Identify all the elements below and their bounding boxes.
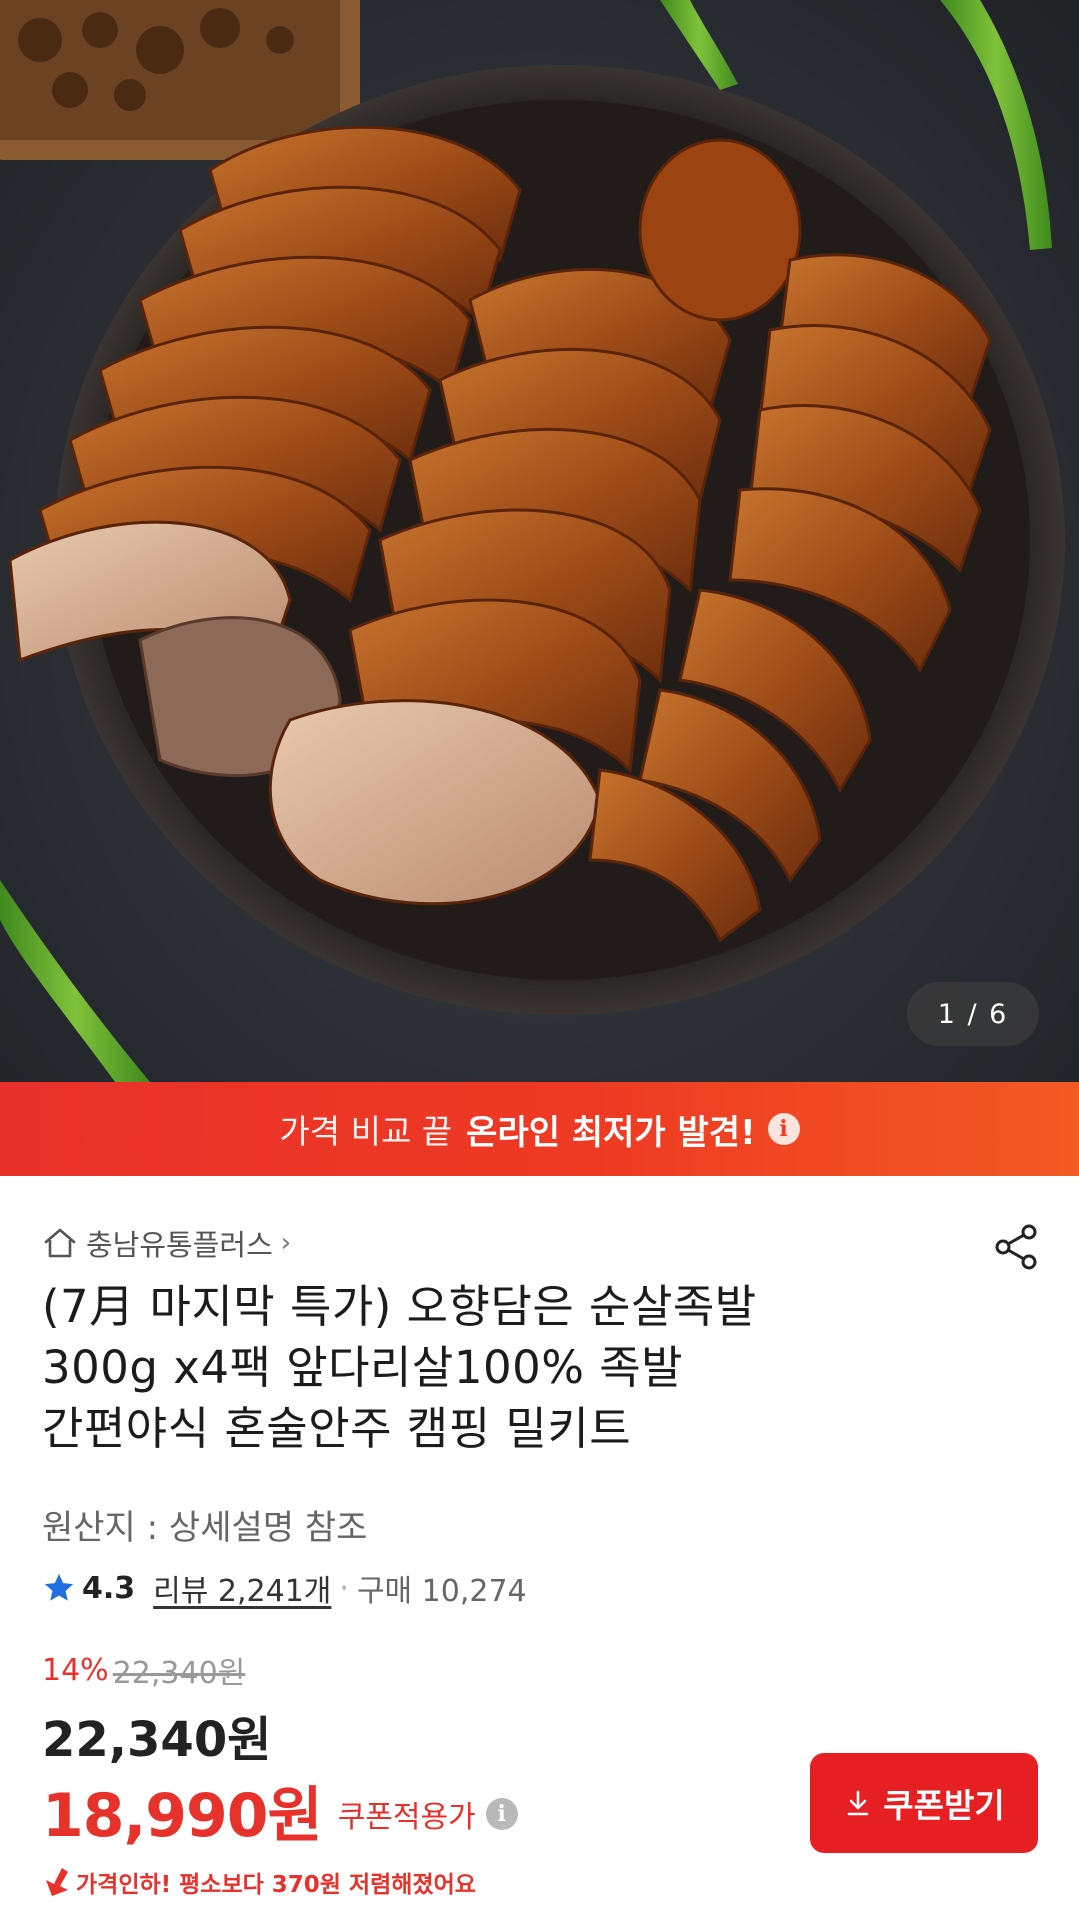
reviews-link[interactable]: 리뷰 2,241개: [153, 1566, 331, 1610]
info-icon[interactable]: i: [485, 1798, 518, 1830]
store-name: 충남유통플러스: [86, 1228, 273, 1262]
origin-info: 원산지 : 상세설명 참조: [42, 1508, 368, 1548]
lowest-price-banner[interactable]: 가격 비교 끝 온라인 최저가 발견! i: [0, 1082, 1079, 1176]
price-drop-notice: 가격인하! 평소보다 370원 저렴해졌어요: [42, 1864, 476, 1900]
purchase-count: 구매 10,274: [356, 1574, 527, 1609]
star-icon: [44, 1573, 74, 1601]
chevron-right-icon: ›: [280, 1228, 292, 1258]
coupon-price-label: 쿠폰적용가: [337, 1800, 476, 1835]
get-coupon-button[interactable]: 쿠폰받기: [810, 1753, 1038, 1853]
promo-plain-text: 가격 비교 끝: [279, 1112, 453, 1151]
promo-strong-text: 온라인 최저가 발견!: [466, 1112, 756, 1153]
original-price: 22,340원: [112, 1656, 246, 1691]
discount-row: 14% 22,340원: [42, 1650, 246, 1692]
get-coupon-label: 쿠폰받기: [883, 1786, 1005, 1825]
product-photo: [0, 0, 1065, 1082]
info-icon[interactable]: i: [767, 1113, 800, 1145]
image-counter: 1 / 6: [907, 982, 1039, 1046]
title-line: 300g x4팩 앞다리살100% 족발: [42, 1341, 684, 1394]
product-image-gallery[interactable]: 1 / 6: [0, 0, 1079, 1082]
home-icon: [44, 1228, 76, 1258]
price-drop-text: 가격인하! 평소보다 370원 저렴해졌어요: [76, 1872, 476, 1898]
store-link[interactable]: 충남유통플러스 ›: [42, 1222, 291, 1264]
sale-price: 22,340원: [42, 1712, 272, 1768]
discount-percent: 14%: [42, 1652, 109, 1688]
coupon-price: 18,990원: [42, 1780, 323, 1851]
rating-score: 4.3: [82, 1570, 136, 1606]
separator-dot: ·: [339, 1570, 349, 1606]
price-down-arrow-icon: [46, 1868, 68, 1896]
share-icon[interactable]: [989, 1220, 1043, 1274]
title-line: 간편야식 혼술안주 캠핑 밀키트: [42, 1402, 632, 1455]
title-line: (7月 마지막 특가) 오향담은 순살족발: [42, 1280, 757, 1333]
download-icon: [847, 1790, 869, 1816]
product-title: (7月 마지막 특가) 오향담은 순살족발 300g x4팩 앞다리살100% …: [42, 1276, 942, 1459]
coupon-price-row: 18,990원 쿠폰적용가 i: [42, 1772, 518, 1851]
rating-row: 4.3 리뷰 2,241개 · 구매 10,274: [42, 1566, 527, 1610]
